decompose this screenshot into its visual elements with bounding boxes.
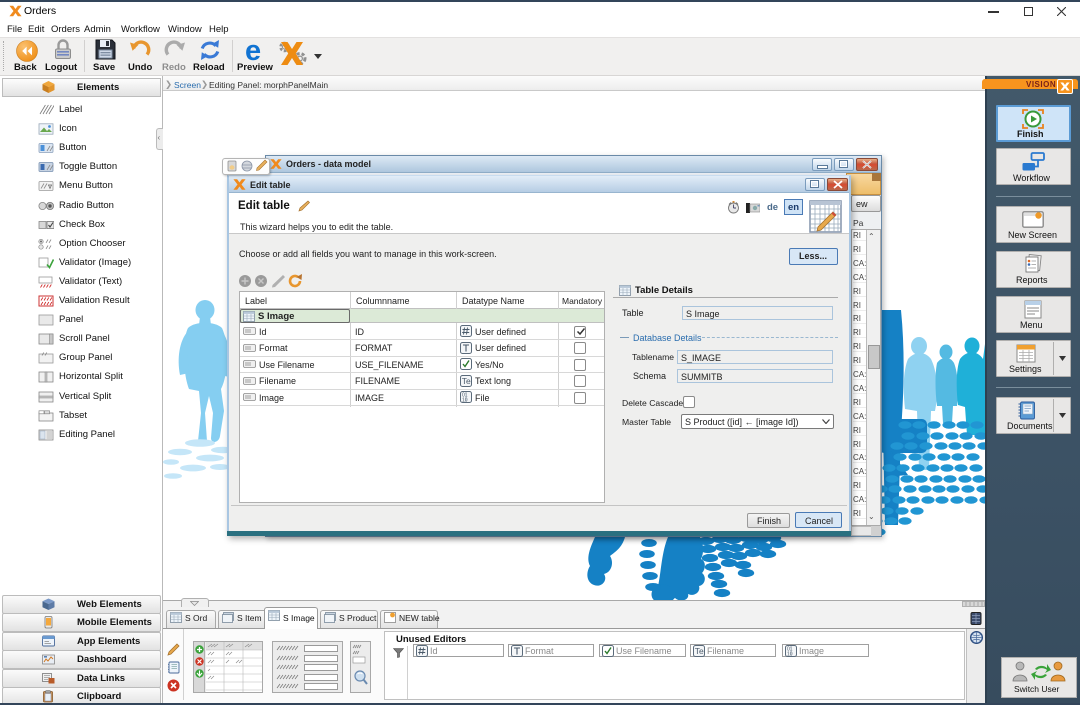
svg-text:10: 10 bbox=[787, 651, 793, 657]
svg-text:Te: Te bbox=[462, 376, 471, 386]
svg-text:10: 10 bbox=[462, 398, 468, 404]
svg-text:Te: Te bbox=[695, 646, 704, 656]
